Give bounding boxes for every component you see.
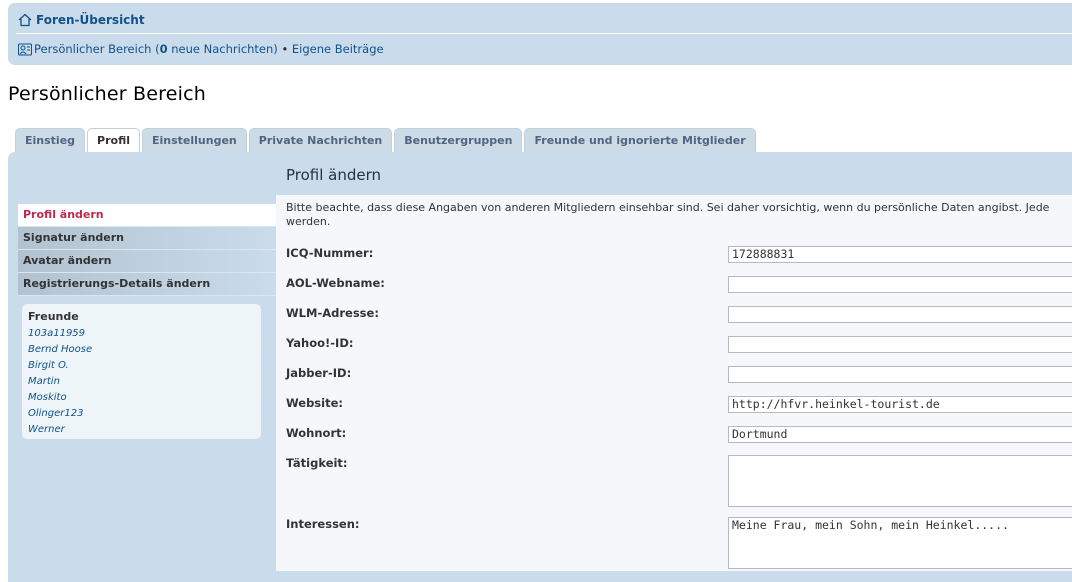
occupation-label: Tätigkeit: xyxy=(286,456,348,470)
jabber-input[interactable] xyxy=(728,366,1072,383)
friend-link[interactable]: Moskito xyxy=(28,390,92,406)
aol-label: AOL-Webname: xyxy=(286,276,385,290)
ucp-link-suffix: neue Nachrichten) xyxy=(167,42,278,56)
tab-benutzergruppen[interactable]: Benutzergruppen xyxy=(394,128,523,153)
ucp-link[interactable]: Persönlicher Bereich (0 neue Nachrichten… xyxy=(34,42,278,56)
forum-index-link[interactable]: Foren-Übersicht xyxy=(36,13,145,27)
menu-item-registrierungs-details[interactable]: Registrierungs-Details ändern xyxy=(18,273,276,296)
wlm-input[interactable] xyxy=(728,306,1072,323)
profile-form: Bitte beachte, dass diese Angaben von an… xyxy=(276,195,1072,571)
nav-separator: • xyxy=(277,42,292,56)
ucp-link-prefix: Persönlicher Bereich ( xyxy=(34,42,160,56)
nav-bar: Foren-Übersicht Persönlicher Bereich (0 … xyxy=(8,3,1072,65)
new-messages-count: 0 xyxy=(159,42,168,56)
section-heading: Profil ändern xyxy=(286,166,382,184)
friend-link[interactable]: Olinger123 xyxy=(28,406,92,422)
page-title: Persönlicher Bereich xyxy=(8,83,207,105)
menu-item-profil-aendern[interactable]: Profil ändern xyxy=(18,204,276,227)
interests-label: Interessen: xyxy=(286,517,360,531)
own-posts-link[interactable]: Eigene Beiträge xyxy=(292,42,384,56)
friends-title: Freunde xyxy=(28,310,79,323)
intro-line: Bitte beachte, dass diese Angaben von an… xyxy=(286,201,1050,214)
interests-textarea[interactable]: Meine Frau, mein Sohn, mein Heinkel..... xyxy=(728,517,1072,569)
aol-input[interactable] xyxy=(728,276,1072,293)
friends-list: 103a11959 Bernd Hoose Birgit O. Martin M… xyxy=(28,326,92,438)
intro-text: Bitte beachte, dass diese Angaben von an… xyxy=(286,201,1072,229)
friend-link[interactable]: Martin xyxy=(28,374,92,390)
sidebar-menu: Profil ändern Signatur ändern Avatar änd… xyxy=(18,204,276,296)
tab-profil[interactable]: Profil xyxy=(87,128,140,154)
jabber-label: Jabber-ID: xyxy=(286,366,352,380)
wlm-label: WLM-Adresse: xyxy=(286,306,379,320)
website-label: Website: xyxy=(286,396,343,410)
tab-freunde-ignorierte[interactable]: Freunde und ignorierte Mitglieder xyxy=(524,128,756,153)
friends-box: Freunde 103a11959 Bernd Hoose Birgit O. … xyxy=(22,304,261,439)
nav-row-ucp: Persönlicher Bereich (0 neue Nachrichten… xyxy=(18,40,384,58)
friend-link[interactable]: Bernd Hoose xyxy=(28,342,92,358)
home-icon[interactable] xyxy=(18,13,32,27)
user-card-icon xyxy=(18,43,32,56)
friend-link[interactable]: Werner xyxy=(28,422,92,438)
ucp-tabs: Einstieg Profil Einstellungen Private Na… xyxy=(15,128,758,154)
menu-item-avatar-aendern[interactable]: Avatar ändern xyxy=(18,250,276,273)
nav-row-forum-index: Foren-Übersicht xyxy=(18,11,145,29)
tab-private-nachrichten[interactable]: Private Nachrichten xyxy=(248,128,393,153)
tab-einstellungen[interactable]: Einstellungen xyxy=(142,128,247,153)
yahoo-label: Yahoo!-ID: xyxy=(286,336,354,350)
friend-link[interactable]: 103a11959 xyxy=(28,326,92,342)
intro-line: werden. xyxy=(286,215,331,228)
website-input[interactable]: http://hfvr.heinkel-tourist.de xyxy=(728,396,1072,413)
tab-einstieg[interactable]: Einstieg xyxy=(15,128,86,153)
icq-input[interactable]: 172888831 xyxy=(728,246,1072,263)
occupation-textarea[interactable] xyxy=(728,455,1072,507)
friend-link[interactable]: Birgit O. xyxy=(28,358,92,374)
location-input[interactable]: Dortmund xyxy=(728,426,1072,443)
nav-divider xyxy=(16,33,1072,34)
menu-item-signatur-aendern[interactable]: Signatur ändern xyxy=(18,227,276,250)
location-label: Wohnort: xyxy=(286,426,347,440)
icq-label: ICQ-Nummer: xyxy=(286,246,374,260)
yahoo-input[interactable] xyxy=(728,336,1072,353)
